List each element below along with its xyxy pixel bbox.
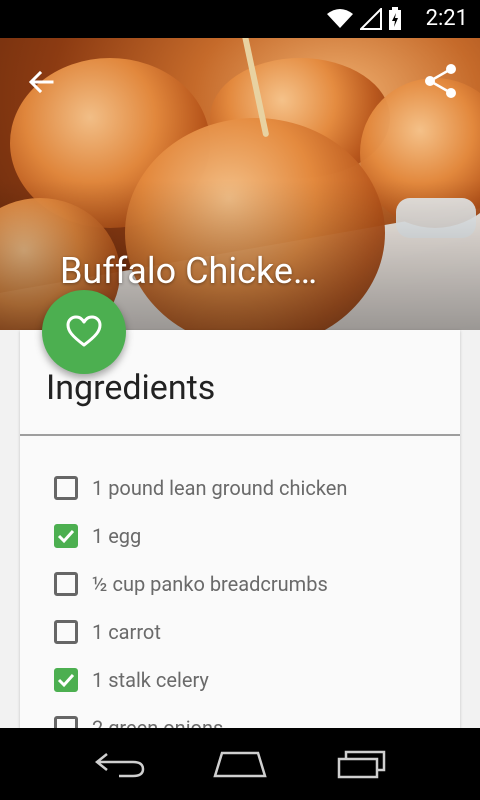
ingredient-checkbox[interactable] — [54, 620, 78, 644]
ingredient-checkbox[interactable] — [54, 572, 78, 596]
ingredient-checkbox[interactable] — [54, 668, 78, 692]
nav-home-button[interactable] — [212, 746, 268, 782]
ingredients-heading: Ingredients — [46, 368, 216, 408]
status-bar: 2:21 — [0, 0, 480, 38]
favorite-button[interactable] — [42, 290, 126, 374]
ingredient-item[interactable]: ½ cup panko breadcrumbs — [54, 560, 450, 608]
ingredient-label: 2 green onions — [92, 716, 224, 728]
signal-icon — [360, 8, 382, 30]
back-button[interactable] — [22, 62, 62, 102]
ingredient-item[interactable]: 1 carrot — [54, 608, 450, 656]
ingredient-item[interactable]: 1 egg — [54, 512, 450, 560]
status-icons — [326, 6, 402, 32]
wifi-icon — [327, 9, 353, 28]
nav-recents-icon — [337, 750, 386, 779]
ingredient-item[interactable]: 2 green onions — [54, 704, 450, 728]
recipe-title: Buffalo Chicke… — [60, 250, 318, 292]
ingredient-label: 1 stalk celery — [92, 668, 209, 692]
nav-home-icon — [213, 751, 267, 778]
ingredient-item[interactable]: 1 stalk celery — [54, 656, 450, 704]
ingredient-label: 1 egg — [92, 524, 142, 548]
share-icon — [425, 64, 456, 98]
ingredients-list: 1 pound lean ground chicken 1 egg ½ cup … — [54, 464, 450, 728]
divider — [20, 434, 460, 436]
share-button[interactable] — [420, 60, 462, 102]
ingredient-label: 1 carrot — [92, 620, 161, 644]
battery-charging-icon — [389, 7, 401, 30]
status-time: 2:21 — [425, 6, 468, 31]
ingredient-label: 1 pound lean ground chicken — [92, 476, 348, 500]
check-icon — [57, 529, 75, 544]
arrow-back-icon — [28, 70, 54, 94]
ingredient-checkbox[interactable] — [54, 716, 78, 728]
nav-recents-button[interactable] — [334, 746, 390, 782]
ingredient-checkbox[interactable] — [54, 476, 78, 500]
ingredient-checkbox[interactable] — [54, 524, 78, 548]
ingredient-label: ½ cup panko breadcrumbs — [92, 572, 328, 596]
nav-back-icon — [94, 753, 145, 778]
check-icon — [57, 673, 75, 688]
navigation-bar — [0, 728, 480, 800]
ingredients-card: Ingredients 1 pound lean ground chicken … — [20, 330, 460, 728]
heart-outline-icon — [66, 315, 102, 347]
ingredient-item[interactable]: 1 pound lean ground chicken — [54, 464, 450, 512]
nav-back-button[interactable] — [92, 746, 148, 782]
